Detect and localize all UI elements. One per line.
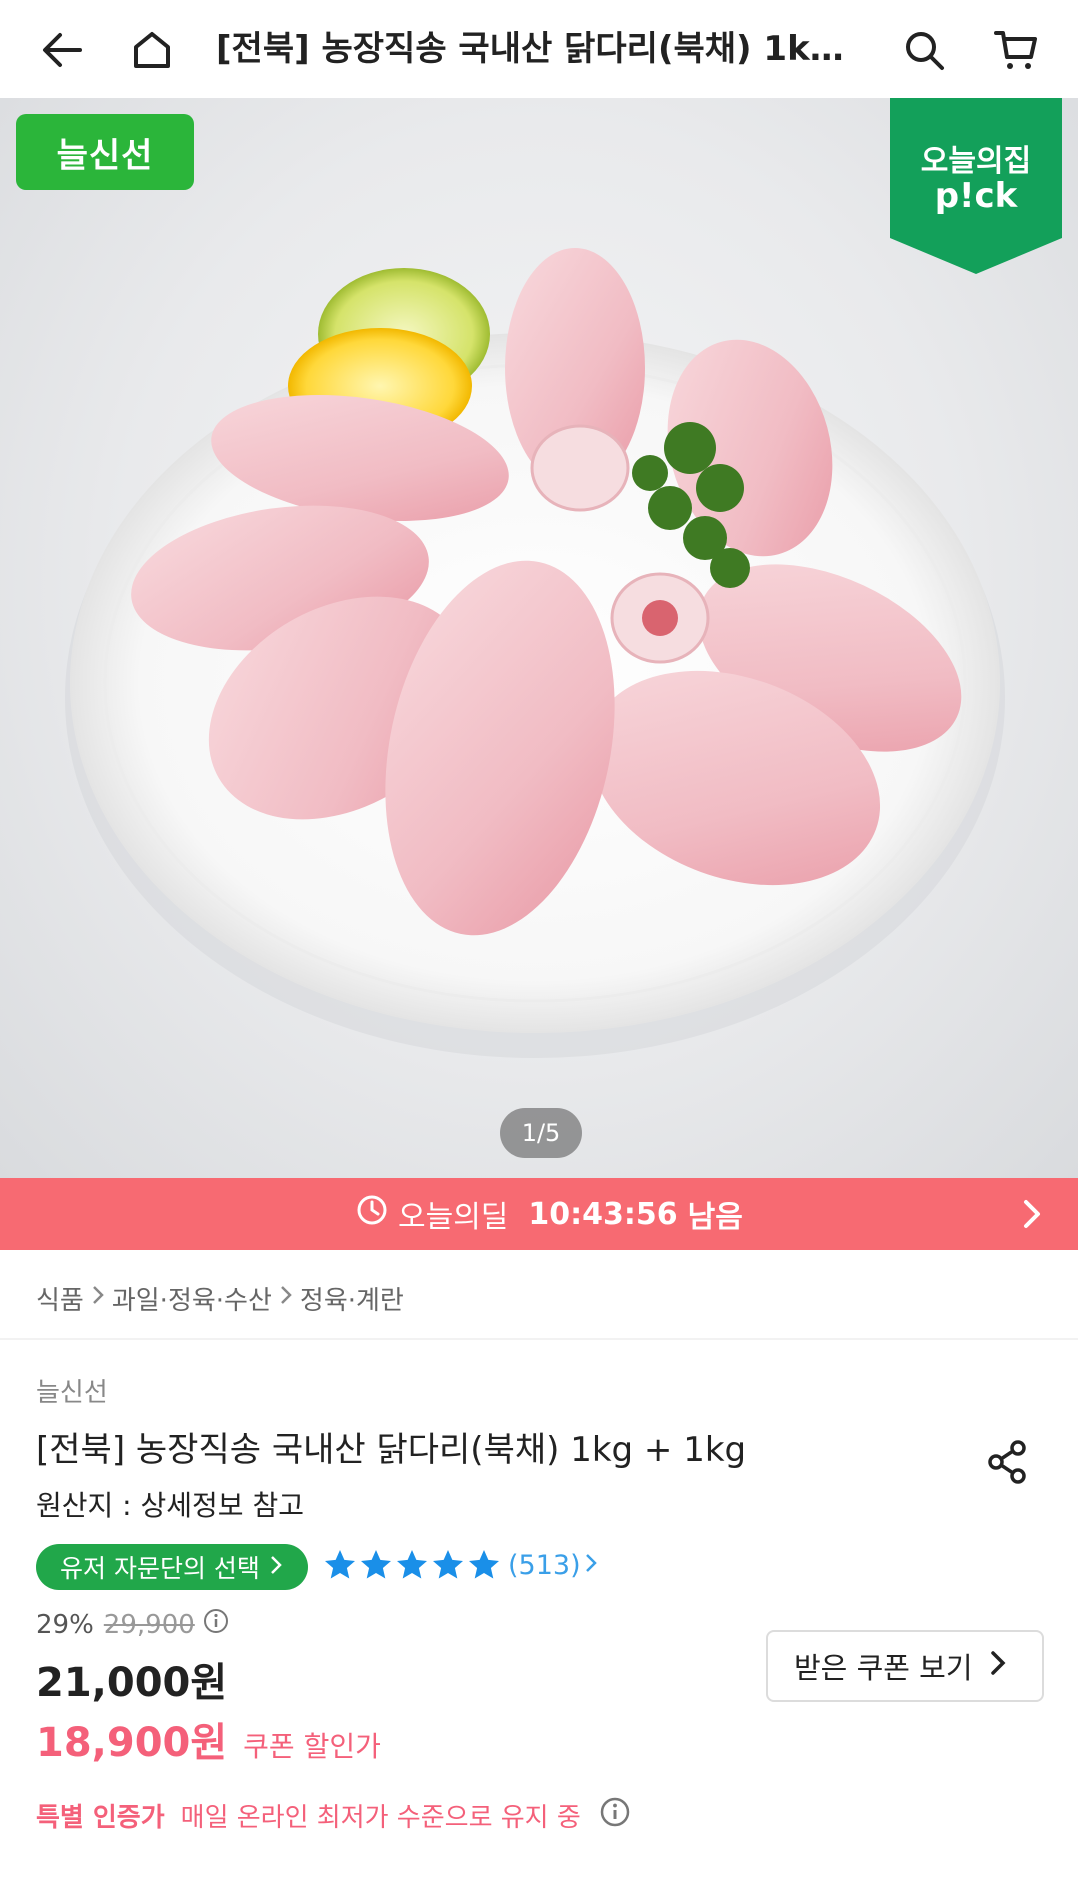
product-image-carousel[interactable]: 늘신선 오늘의집 p!ck 1/5 [0,98,1078,1178]
star-icon [433,1550,463,1579]
star-icon [325,1550,355,1579]
chevron-right-icon [583,1552,599,1578]
user-pick-label: 유저 자문단의 선택 [60,1554,260,1583]
user-pick-badge[interactable]: 유저 자문단의 선택 [36,1544,308,1590]
coupon-price-label: 쿠폰 할인가 [243,1730,381,1763]
special-label: 특별 인증가 [36,1803,165,1833]
pick-badge: 오늘의집 p!ck [890,98,1062,276]
page-title: [전북] 농장직송 국내산 닭다리(북채) 1kg + 1kg [216,29,866,69]
star-icon [361,1550,391,1579]
breadcrumb-item[interactable]: 식품 [36,1280,84,1317]
back-arrow-icon[interactable] [32,20,92,80]
star-icon [469,1550,499,1579]
home-icon[interactable] [122,20,182,80]
share-icon[interactable] [982,1436,1034,1488]
chevron-right-icon[interactable] [1014,1196,1050,1232]
search-icon[interactable] [894,20,954,80]
discount-row: 29% 29,900 [36,1608,229,1641]
price: 21,000원 [36,1660,228,1706]
original-price: 29,900 [103,1609,195,1640]
brand-name[interactable]: 늘신선 [36,1372,108,1409]
top-app-bar: [전북] 농장직송 국내산 닭다리(북채) 1kg + 1kg [0,0,1078,98]
brand-badge: 늘신선 [16,114,194,190]
info-icon[interactable] [203,1608,229,1641]
review-count[interactable]: (513) [508,1550,581,1581]
coupon-price-row: 18,900원 쿠폰 할인가 [36,1710,381,1768]
pick-badge-line1: 오늘의집 [920,144,1032,179]
deal-countdown-bar[interactable]: 오늘의딜 10:43:56 남음 [0,1178,1078,1250]
breadcrumb: 식품 과일·정육·수산 정육·계란 [36,1274,404,1322]
clock-icon [356,1194,388,1234]
discount-percent: 29% [36,1609,94,1640]
special-certified-price: 특별 인증가 매일 온라인 최저가 수준으로 유지 중 [36,1796,631,1835]
deal-time-left: 10:43:56 [528,1196,678,1232]
rating-stars[interactable]: (513) [322,1547,599,1583]
origin-info: 원산지 : 상세정보 참고 [36,1489,304,1522]
pick-badge-line2: p!ck [934,176,1018,216]
special-desc: 매일 온라인 최저가 수준으로 유지 중 [180,1803,581,1833]
deal-suffix: 남음 [687,1200,743,1235]
chevron-right-icon [278,1284,294,1312]
image-counter: 1/5 [500,1108,582,1158]
breadcrumb-item[interactable]: 과일·정육·수산 [112,1280,272,1317]
section-divider [0,1338,1078,1340]
cart-icon[interactable] [986,20,1046,80]
product-title: [전북] 농장직송 국내산 닭다리(북채) 1kg + 1kg [36,1430,747,1470]
chevron-right-icon [268,1553,284,1582]
chevron-right-icon [987,1648,1009,1685]
deal-label: 오늘의딜 [398,1200,509,1235]
star-icon [397,1550,427,1579]
view-coupons-label: 받은 쿠폰 보기 [794,1651,973,1685]
info-icon[interactable] [599,1796,631,1835]
view-coupons-button[interactable]: 받은 쿠폰 보기 [766,1630,1044,1702]
coupon-price: 18,900원 [36,1720,228,1766]
chevron-right-icon [90,1284,106,1312]
breadcrumb-item[interactable]: 정육·계란 [300,1280,404,1317]
